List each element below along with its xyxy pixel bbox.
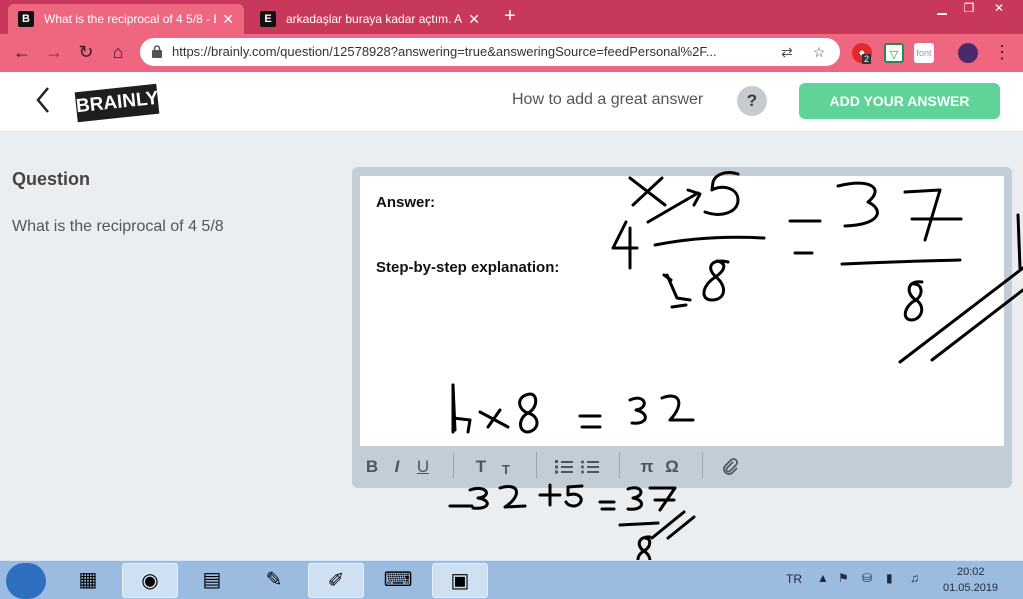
start-button-icon[interactable] [6, 563, 46, 599]
step-by-step-label: Step-by-step explanation: [376, 259, 560, 276]
toolbar-divider [536, 452, 537, 478]
language-indicator[interactable]: TR [786, 572, 802, 586]
toolbar-divider [619, 452, 620, 478]
volume-icon[interactable]: ♫ [910, 571, 919, 585]
calculator-icon[interactable]: ▦ [60, 563, 116, 598]
toolbar-divider [702, 452, 703, 478]
question-text: What is the reciprocal of 4 5/8 [12, 218, 224, 235]
clock-date[interactable]: 01.05.2019 [943, 582, 998, 594]
tab-title: arkadaşlar buraya kadar açtım. Ar [286, 12, 463, 26]
answer-label: Answer: [376, 194, 436, 211]
omega-symbol-button[interactable]: Ω [663, 456, 681, 478]
font-extension-icon[interactable]: font [914, 43, 934, 63]
answer-text-area[interactable] [360, 176, 1004, 446]
eodev-favicon-icon: E [260, 11, 276, 27]
tab-title: What is the reciprocal of 4 5/8 - B [44, 12, 217, 26]
new-tab-button[interactable]: + [500, 4, 520, 30]
paint-icon[interactable]: ✎ [246, 563, 302, 598]
lock-icon [152, 45, 162, 58]
underline-button[interactable]: U [414, 456, 432, 478]
home-icon[interactable]: ⌂ [106, 40, 130, 64]
extension-badge: 2 [862, 54, 872, 64]
pocket-icon[interactable]: ▽ [884, 43, 904, 63]
back-arrow-icon[interactable]: ← [10, 40, 34, 64]
attachment-icon[interactable] [721, 457, 739, 475]
notepad-icon[interactable]: ✐ [308, 563, 364, 598]
heading-small-button[interactable]: T [499, 459, 513, 481]
browser-toolbar: ← → ↻ ⌂ https://brainly.com/question/125… [0, 34, 1023, 72]
question-heading: Question [12, 169, 91, 189]
keyboard-icon[interactable]: ⌨ [370, 563, 426, 598]
device-icon[interactable]: ⛁ [862, 571, 872, 585]
help-icon[interactable]: ? [737, 86, 767, 116]
file-explorer-icon[interactable]: ▤ [184, 563, 240, 598]
close-tab-icon[interactable]: ✕ [468, 11, 480, 28]
menu-kebab-icon[interactable]: ⋮ [990, 40, 1014, 64]
how-to-answer-link[interactable]: How to add a great answer [512, 91, 703, 109]
restore-icon[interactable]: ❐ [955, 0, 983, 18]
url-text: https://brainly.com/question/12578928?an… [172, 44, 717, 59]
profile-avatar[interactable] [958, 43, 978, 63]
browser-tab-strip: B What is the reciprocal of 4 5/8 - B ✕ … [0, 0, 1023, 34]
brainly-favicon-icon: B [18, 11, 34, 27]
close-window-icon[interactable]: ✕ [985, 0, 1013, 18]
ordered-list-icon[interactable] [555, 459, 573, 475]
minimize-icon[interactable]: ▁ [928, 0, 956, 18]
translate-icon[interactable]: ⇄ [778, 43, 796, 61]
add-your-answer-button[interactable]: ADD YOUR ANSWER [799, 83, 1000, 119]
pi-symbol-button[interactable]: π [638, 456, 656, 478]
heading-large-button[interactable]: T [472, 456, 490, 478]
bookmark-star-icon[interactable]: ☆ [810, 43, 828, 61]
tab-active[interactable]: B What is the reciprocal of 4 5/8 - B ✕ [8, 4, 244, 34]
close-tab-icon[interactable]: ✕ [222, 11, 234, 28]
back-chevron-icon[interactable] [34, 84, 54, 116]
address-bar[interactable]: https://brainly.com/question/12578928?an… [140, 38, 840, 66]
toolbar-divider [453, 452, 454, 478]
action-center-flag-icon[interactable]: ⚑ [838, 571, 849, 585]
bullet-list-icon[interactable] [581, 459, 599, 475]
clock-time[interactable]: 20:02 [957, 566, 985, 578]
forward-arrow-icon[interactable]: → [42, 40, 66, 64]
italic-button[interactable]: I [389, 456, 405, 478]
control-panel-icon[interactable]: ▣ [432, 563, 488, 598]
chrome-icon[interactable]: ◉ [122, 563, 178, 598]
bold-button[interactable]: B [363, 456, 381, 478]
reload-icon[interactable]: ↻ [74, 40, 98, 64]
tab-inactive[interactable]: E arkadaşlar buraya kadar açtım. Ar ✕ [250, 4, 490, 34]
show-hidden-icons-icon[interactable]: ▲ [817, 571, 829, 585]
network-signal-icon[interactable]: ▮ [886, 571, 893, 585]
